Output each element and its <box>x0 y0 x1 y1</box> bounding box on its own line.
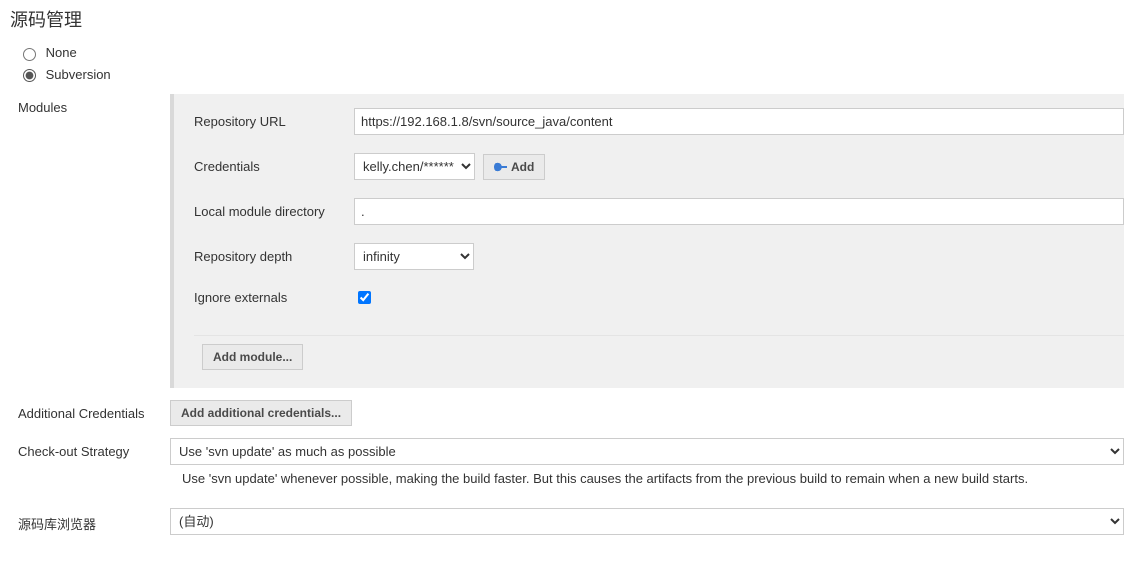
credentials-select[interactable]: kelly.chen/****** <box>354 153 475 180</box>
add-credentials-label: Add <box>511 160 534 174</box>
scm-option-none[interactable]: None <box>18 44 1124 61</box>
add-credentials-button[interactable]: Add <box>483 154 545 180</box>
key-icon <box>494 161 506 173</box>
local-dir-label: Local module directory <box>194 204 354 219</box>
repo-browser-label: 源码库浏览器 <box>18 508 170 533</box>
module-group: Repository URL Credentials kelly.chen/**… <box>170 94 1124 388</box>
scm-option-svn[interactable]: Subversion <box>18 66 1124 83</box>
scm-label-none: None <box>46 45 77 60</box>
repo-browser-select[interactable]: (自动) <box>170 508 1124 535</box>
additional-credentials-label: Additional Credentials <box>18 400 170 421</box>
local-dir-input[interactable] <box>354 198 1124 225</box>
checkout-strategy-help: Use 'svn update' whenever possible, maki… <box>170 469 1124 496</box>
repo-url-label: Repository URL <box>194 114 354 129</box>
add-module-button[interactable]: Add module... <box>202 344 303 370</box>
ignore-externals-checkbox[interactable] <box>358 291 371 304</box>
add-additional-credentials-button[interactable]: Add additional credentials... <box>170 400 352 426</box>
repo-depth-label: Repository depth <box>194 249 354 264</box>
section-title: 源码管理 <box>10 6 1124 32</box>
scm-label-svn: Subversion <box>46 67 111 82</box>
checkout-strategy-label: Check-out Strategy <box>18 438 170 459</box>
credentials-label: Credentials <box>194 159 354 174</box>
modules-label: Modules <box>18 94 170 115</box>
repo-depth-select[interactable]: infinity <box>354 243 474 270</box>
scm-radio-none[interactable] <box>23 48 36 61</box>
scm-radio-svn[interactable] <box>23 69 36 82</box>
repo-url-input[interactable] <box>354 108 1124 135</box>
checkout-strategy-select[interactable]: Use 'svn update' as much as possible <box>170 438 1124 465</box>
ignore-externals-label: Ignore externals <box>194 290 354 305</box>
